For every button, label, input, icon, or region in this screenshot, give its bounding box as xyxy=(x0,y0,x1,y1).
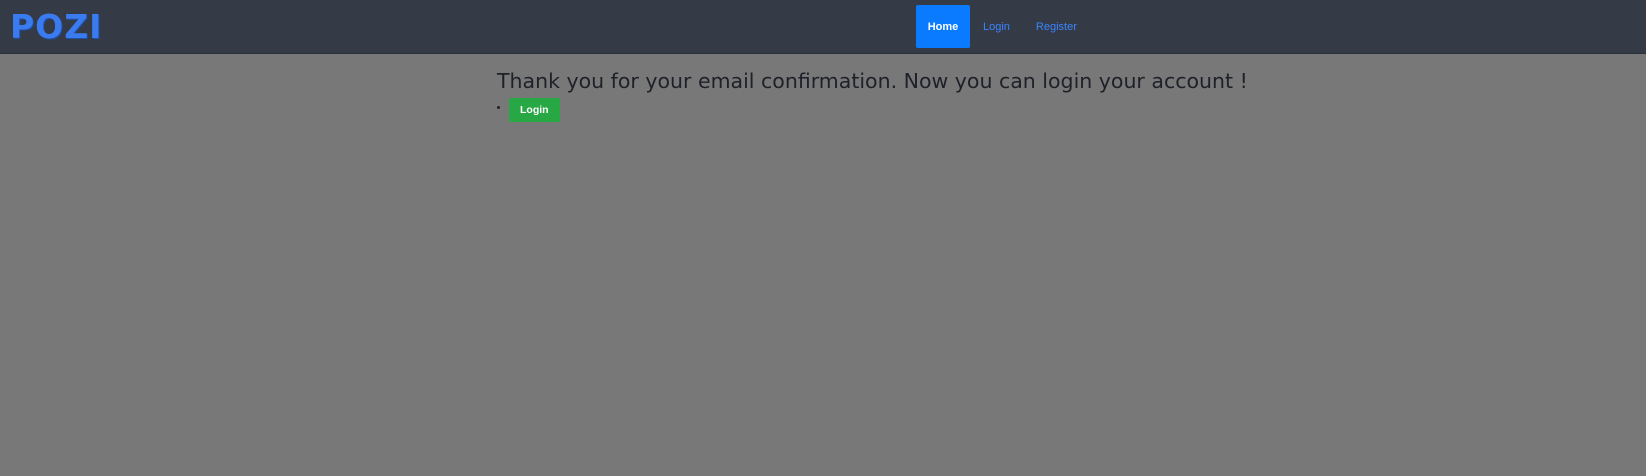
main-content: Thank you for your email confirmation. N… xyxy=(497,66,1248,122)
list-item: Login xyxy=(497,98,1248,122)
bullet-icon xyxy=(497,106,500,109)
nav-register-link[interactable]: Register xyxy=(1023,5,1090,48)
brand-logo[interactable]: POZI xyxy=(10,9,102,45)
login-button[interactable]: Login xyxy=(509,98,560,122)
action-list: Login xyxy=(497,98,1248,122)
top-navbar: POZI Home Login Register xyxy=(0,0,1646,54)
nav-home-link[interactable]: Home xyxy=(916,5,970,48)
confirmation-message: Thank you for your email confirmation. N… xyxy=(497,69,1248,93)
nav-login-link[interactable]: Login xyxy=(970,5,1023,48)
main-nav: Home Login Register xyxy=(916,5,1090,48)
